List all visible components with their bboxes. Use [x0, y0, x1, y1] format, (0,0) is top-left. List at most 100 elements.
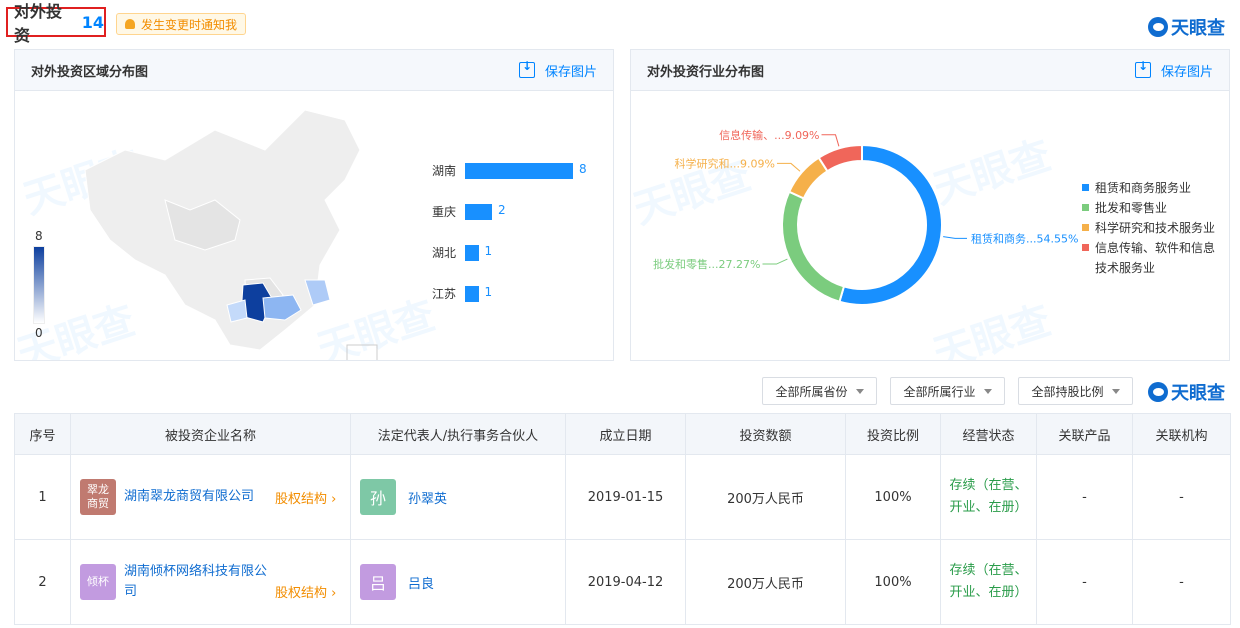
company-name-link[interactable]: 湖南翠龙商贸有限公司 — [124, 487, 269, 507]
share-ratio-filter-label: 全部持股比例 — [1031, 384, 1104, 399]
region-panel-header: 对外投资区域分布图 保存图片 — [15, 50, 613, 91]
legend-swatch — [1082, 184, 1089, 191]
tianyancha-logo: 天眼查 — [1148, 379, 1225, 405]
donut-slice[interactable] — [781, 190, 846, 303]
company-cell: 翠龙商贸 湖南翠龙商贸有限公司 股权结构 › — [70, 454, 351, 540]
donut-slice-label: 信息传输、...9.09% — [719, 128, 819, 142]
share-ratio-filter[interactable]: 全部持股比例 — [1018, 377, 1133, 405]
legend-label: 批发和零售业 — [1095, 201, 1168, 215]
region-bar[interactable] — [465, 245, 479, 261]
business-status: 存续（在营、开业、在册） — [940, 539, 1037, 625]
region-bar[interactable] — [465, 163, 573, 179]
related-org: - — [1132, 539, 1231, 625]
donut-leader-line — [776, 162, 801, 172]
chevron-down-icon — [1111, 388, 1120, 394]
person-avatar: 吕 — [360, 564, 396, 600]
legend-label: 科学研究和技术服务业 — [1095, 221, 1216, 235]
company-name-link[interactable]: 湖南倾杯网络科技有限公司 — [124, 562, 269, 602]
section-title-text: 对外投资 — [14, 2, 63, 45]
scale-max-label: 8 — [35, 229, 43, 243]
province-filter-label: 全部所属省份 — [775, 384, 848, 399]
legal-rep-cell: 孙 孙翠英 — [350, 454, 566, 540]
col-header: 被投资企业名称 — [70, 413, 351, 455]
logo-mark-icon — [1148, 382, 1168, 402]
legal-rep-link[interactable]: 吕良 — [408, 573, 434, 592]
logo-text: 天眼查 — [1171, 383, 1225, 404]
equity-structure-link[interactable]: 股权结构 › — [275, 582, 336, 601]
legend-swatch — [1082, 224, 1089, 231]
donut-slice[interactable] — [817, 143, 863, 173]
donut-slice-label: 租赁和商务...54.55% — [971, 231, 1078, 245]
notify-label: 发生变更时通知我 — [141, 17, 238, 32]
row-number: 2 — [14, 539, 71, 625]
chevron-down-icon — [983, 388, 992, 394]
founded-date: 2019-01-15 — [565, 454, 686, 540]
company-logo: 翠龙商贸 — [80, 479, 116, 515]
legend-swatch — [1082, 204, 1089, 211]
legend-label: 信息传输、软件和信息技术服务业 — [1095, 241, 1216, 275]
scale-min-label: 0 — [35, 326, 43, 340]
equity-label: 股权结构 — [275, 586, 328, 601]
bar-value-label: 1 — [484, 285, 493, 299]
donut-leader-line — [943, 236, 967, 239]
donut-leader-line — [821, 134, 840, 147]
related-org: - — [1132, 454, 1231, 540]
legend-item[interactable]: 租赁和商务服务业 — [1082, 178, 1222, 198]
section-title: 对外投资 14 — [6, 2, 106, 45]
investment-amount: 200万人民币 — [685, 454, 846, 540]
founded-date: 2019-04-12 — [565, 539, 686, 625]
col-header: 法定代表人/执行事务合伙人 — [350, 413, 566, 455]
bell-icon — [125, 19, 135, 29]
company-cell: 倾杯 湖南倾杯网络科技有限公司 股权结构 › — [70, 539, 351, 625]
company-logo: 倾杯 — [80, 564, 116, 600]
logo-text: 天眼查 — [1171, 18, 1225, 39]
business-status: 存续（在营、开业、在册） — [940, 454, 1037, 540]
industry-legend: 租赁和商务服务业 批发和零售业科学研究和技术服务业信息传输、软件和信息技术服务业 — [1082, 178, 1222, 278]
bar-category-label: 重庆 — [432, 205, 457, 219]
bar-value-label: 8 — [579, 162, 587, 176]
map-color-scale — [33, 246, 45, 324]
table-row: 2 倾杯 湖南倾杯网络科技有限公司 股权结构 › 吕 吕良 2019-04-12… — [14, 539, 1231, 625]
bar-category-label: 湖南 — [432, 164, 457, 178]
donut-slice-label: 批发和零售...27.27% — [653, 257, 760, 271]
logo-mark-icon — [1148, 17, 1168, 37]
equity-structure-link[interactable]: 股权结构 › — [275, 488, 336, 507]
investment-table: 序号 被投资企业名称 法定代表人/执行事务合伙人 成立日期 投资数额 投资比例 … — [14, 413, 1231, 625]
legend-label: 租赁和商务服务业 — [1095, 181, 1192, 195]
investment-amount: 200万人民币 — [685, 539, 846, 625]
donut-slice-label: 科学研究和...9.09% — [675, 156, 775, 170]
donut-leader-line — [762, 258, 788, 265]
investment-ratio: 100% — [845, 454, 941, 540]
investment-count: 14 — [81, 12, 104, 32]
south-sea-inset — [346, 344, 378, 360]
col-header: 关联产品 — [1036, 413, 1133, 455]
person-avatar: 孙 — [360, 479, 396, 515]
donut-slice[interactable] — [838, 143, 943, 306]
col-header: 成立日期 — [565, 413, 686, 455]
legal-rep-link[interactable]: 孙翠英 — [408, 488, 447, 507]
chevron-right-icon: › — [331, 586, 337, 601]
region-panel-title: 对外投资区域分布图 — [31, 64, 149, 80]
related-product: - — [1036, 539, 1133, 625]
industry-filter-label: 全部所属行业 — [903, 384, 976, 399]
col-header: 投资比例 — [845, 413, 941, 455]
chevron-right-icon: › — [331, 491, 337, 507]
tianyancha-logo: 天眼查 — [1148, 14, 1225, 40]
industry-filter[interactable]: 全部所属行业 — [890, 377, 1005, 405]
legal-rep-cell: 吕 吕良 — [350, 539, 566, 625]
province-filter[interactable]: 全部所属省份 — [762, 377, 877, 405]
col-header: 投资数额 — [685, 413, 846, 455]
col-header: 经营状态 — [940, 413, 1037, 455]
china-map — [84, 109, 378, 360]
col-header: 序号 — [14, 413, 71, 455]
region-save-label: 保存图片 — [544, 64, 597, 80]
legend-item[interactable]: 科学研究和技术服务业 — [1082, 218, 1222, 238]
region-distribution-panel: 对外投资区域分布图 保存图片 天眼查 天眼查 天眼查 8 0 湖南8重庆2湖北1… — [14, 49, 614, 361]
notify-change-button[interactable]: 发生变更时通知我 — [116, 13, 247, 35]
legend-item[interactable]: 信息传输、软件和信息技术服务业 — [1082, 238, 1222, 278]
region-bar[interactable] — [465, 286, 479, 302]
region-bar[interactable] — [465, 204, 492, 220]
legend-item[interactable]: 批发和零售业 — [1082, 198, 1222, 218]
region-save-image-button[interactable]: 保存图片 — [518, 59, 597, 80]
bar-category-label: 江苏 — [432, 287, 457, 301]
